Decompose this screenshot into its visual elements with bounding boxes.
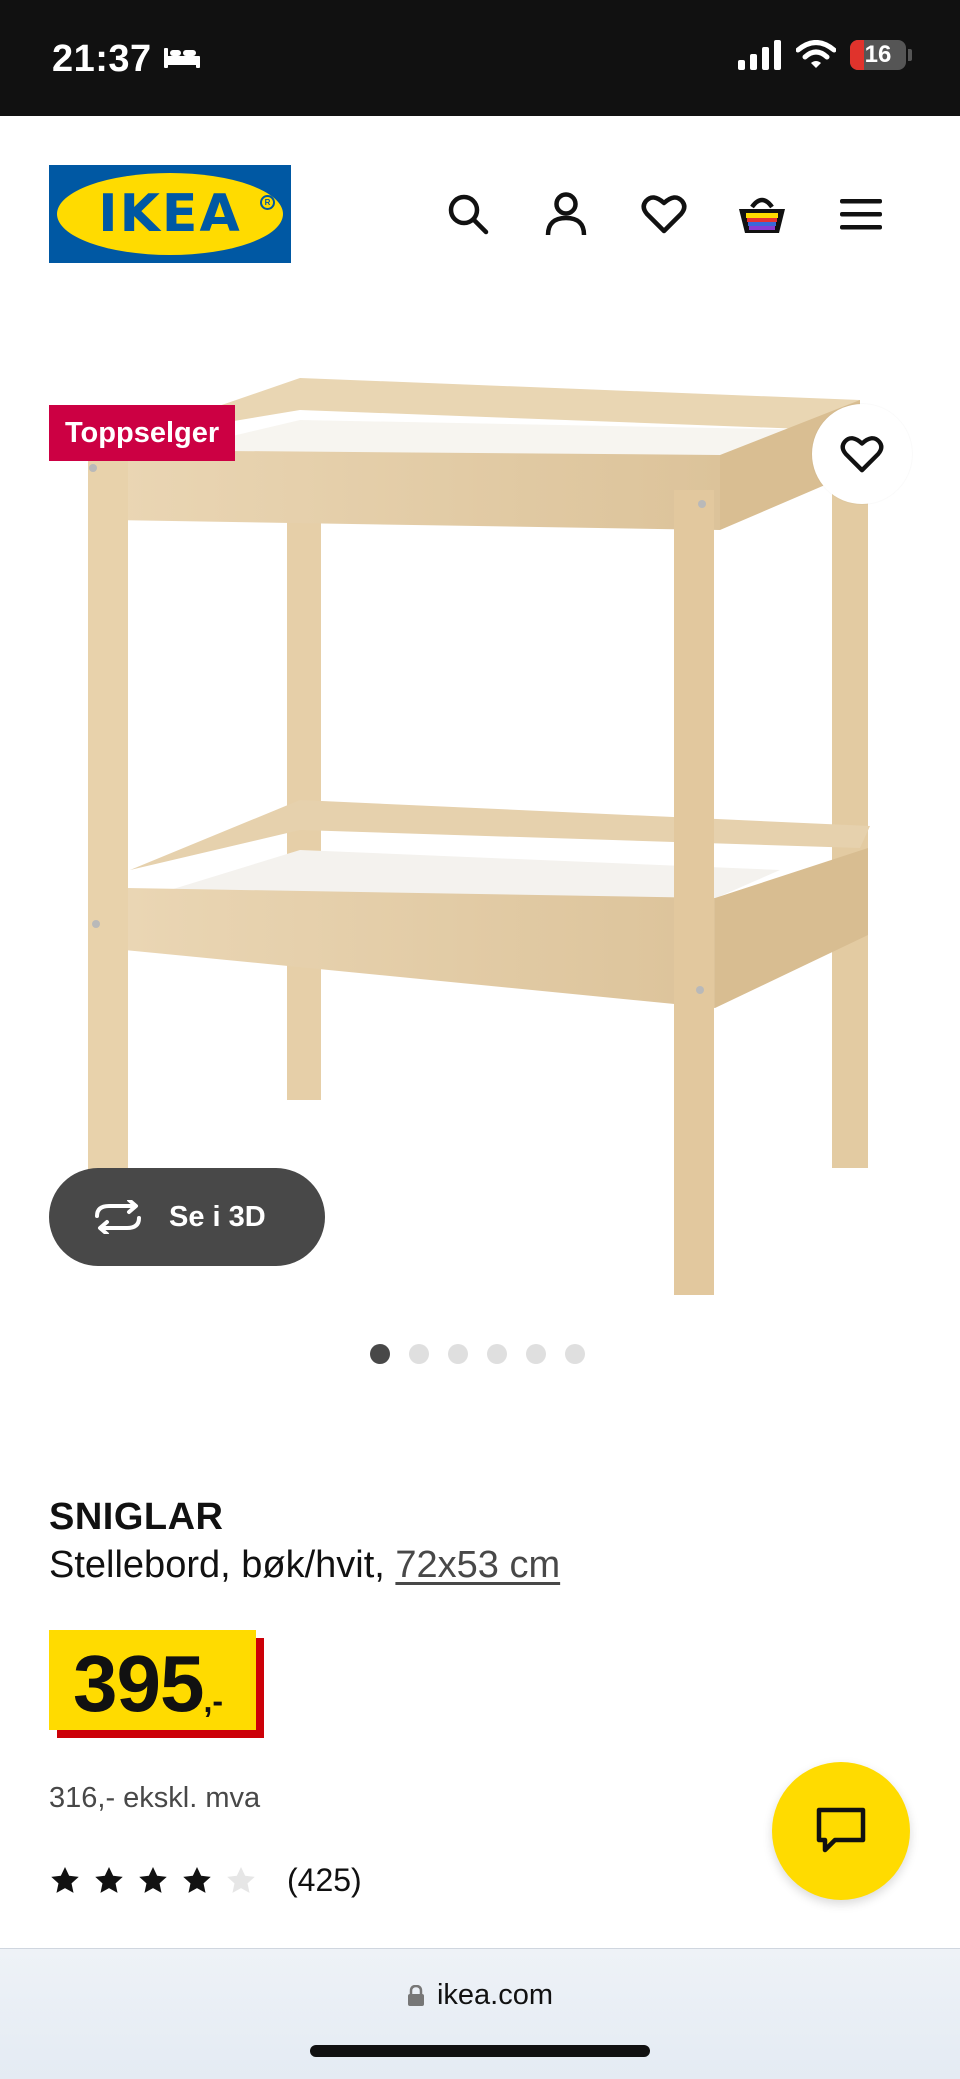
menu-icon[interactable] (833, 186, 889, 242)
rotate-3d-icon (95, 1200, 141, 1234)
product-name: SNIGLAR (49, 1496, 224, 1538)
battery-indicator: 16 (850, 40, 906, 70)
gallery-dot[interactable] (448, 1344, 468, 1364)
gallery-dot[interactable] (487, 1344, 507, 1364)
cellular-signal-icon (738, 40, 781, 70)
product-description: Stellebord, bøk/hvit, 72x53 cm (49, 1544, 560, 1587)
site-header: IKEA R (0, 116, 960, 316)
status-bar: 21:37 16 (0, 0, 960, 116)
view-in-3d-button[interactable]: Se i 3D (49, 1168, 325, 1266)
account-icon[interactable] (538, 186, 594, 242)
price-tag: 395 ,- (49, 1630, 264, 1738)
product-rating[interactable]: (425) (49, 1862, 362, 1899)
browser-address-bar[interactable]: ikea.com (0, 1948, 960, 2079)
product-type: Stellebord, bøk/hvit, (49, 1544, 385, 1586)
ikea-logo[interactable]: IKEA R (49, 165, 291, 263)
heart-icon (840, 436, 884, 473)
url-display[interactable]: ikea.com (0, 1979, 960, 2012)
star-filled-icon (183, 1866, 211, 1893)
product-dimensions-link[interactable]: 72x53 cm (395, 1544, 560, 1586)
price-integer: 395 (73, 1639, 204, 1728)
top-seller-badge: Toppselger (49, 405, 236, 461)
logo-wordmark: IKEA (98, 184, 242, 244)
battery-level: 16 (864, 41, 892, 68)
lock-icon (407, 1984, 424, 2006)
sleep-mode-icon (164, 48, 200, 68)
star-filled-icon (139, 1866, 167, 1893)
gallery-pagination (370, 1344, 585, 1364)
gallery-dot[interactable] (526, 1344, 546, 1364)
chat-button[interactable] (772, 1762, 910, 1900)
gallery-dot[interactable] (409, 1344, 429, 1364)
chat-icon (816, 1807, 866, 1853)
search-icon[interactable] (440, 186, 496, 242)
url-domain: ikea.com (436, 1979, 554, 2011)
battery-tip (908, 49, 912, 61)
heart-icon[interactable] (636, 186, 692, 242)
add-to-favourites-button[interactable] (812, 404, 912, 504)
review-count: (425) (287, 1862, 362, 1898)
star-filled-icon (95, 1866, 123, 1893)
gallery-dot[interactable] (370, 1344, 390, 1364)
status-time: 21:37 (52, 38, 152, 80)
star-empty-icon (227, 1866, 255, 1893)
gallery-dot[interactable] (565, 1344, 585, 1364)
basket-icon[interactable] (734, 186, 790, 242)
home-indicator (310, 2045, 650, 2057)
view-in-3d-label: Se i 3D (169, 1200, 266, 1233)
registered-mark-icon: R (260, 195, 275, 210)
star-filled-icon (51, 1866, 79, 1893)
price-decimal: ,- (203, 1683, 224, 1719)
price-excl-vat: 316,- ekskl. mva (49, 1782, 261, 1814)
wifi-icon (796, 40, 836, 68)
